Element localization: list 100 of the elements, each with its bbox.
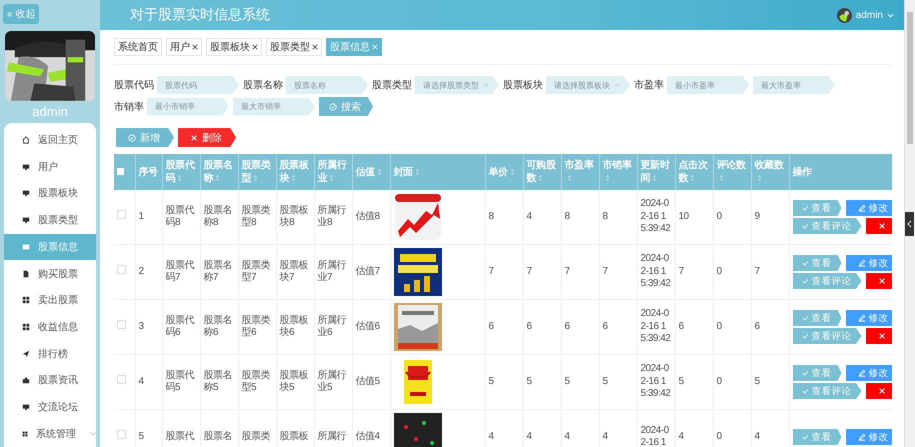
select-field[interactable]: 请选择股票类型	[415, 76, 499, 94]
sort-icon[interactable]	[291, 174, 296, 182]
column-header[interactable]: 封面	[390, 154, 485, 190]
column-header[interactable]: 可购股数	[523, 154, 561, 190]
menu-item[interactable]: 系统管理	[4, 420, 96, 447]
sort-icon[interactable]	[177, 174, 182, 182]
edit-button[interactable]: 修改	[846, 200, 892, 216]
sort-icon[interactable]	[604, 174, 610, 182]
close-icon[interactable]	[312, 44, 318, 50]
table-cell: 估值4	[356, 430, 380, 442]
view-button[interactable]: 查看	[792, 200, 842, 216]
tab[interactable]: 用户	[166, 38, 202, 56]
menu-item[interactable]: 卖出股票	[4, 286, 96, 314]
sort-icon[interactable]	[253, 174, 258, 182]
menu-item[interactable]: 股票信息	[4, 234, 96, 260]
column-header[interactable]: 市盈率	[561, 154, 599, 190]
input-field[interactable]: 最小市销率	[147, 98, 229, 116]
menu-item[interactable]: 返回主页	[4, 126, 96, 154]
input-field[interactable]: 最大市盈率	[753, 76, 835, 94]
view-button[interactable]: 查看	[792, 365, 842, 381]
monitor-icon	[22, 216, 30, 224]
sort-icon[interactable]	[756, 174, 762, 182]
grid-icon	[22, 322, 30, 331]
column-header[interactable]: 所属行业	[314, 154, 352, 190]
sort-icon[interactable]	[414, 168, 420, 176]
input-field[interactable]: 最小市盈率	[667, 76, 749, 94]
edit-button[interactable]: 修改	[846, 365, 892, 381]
scrollbar[interactable]	[904, 0, 915, 447]
view-button[interactable]: 查看	[792, 255, 842, 271]
row-checkbox[interactable]	[117, 210, 126, 220]
column-header[interactable]: 评论数	[713, 154, 751, 190]
check-circle-icon	[329, 102, 337, 110]
sort-icon[interactable]	[510, 168, 515, 176]
column-header[interactable]: 收藏数	[751, 154, 789, 190]
column-header[interactable]: 单价	[485, 154, 523, 190]
column-header[interactable]: 点击次数	[675, 154, 713, 190]
sort-icon[interactable]	[215, 174, 220, 182]
column-header[interactable]: 股票类型	[238, 154, 276, 190]
menu-item[interactable]: 用户	[4, 153, 96, 180]
table-cell: 8	[564, 210, 570, 222]
menu-item[interactable]: 排行榜	[4, 340, 96, 367]
row-checkbox[interactable]	[117, 375, 126, 384]
table-cell: 股票板	[280, 430, 308, 442]
sort-icon[interactable]	[376, 168, 382, 176]
row-checkbox[interactable]	[117, 430, 126, 440]
tab[interactable]: 股票板块	[206, 38, 262, 56]
row-checkbox[interactable]	[117, 320, 126, 330]
sort-icon[interactable]	[329, 174, 334, 182]
menu-item[interactable]: 股票类型	[4, 206, 96, 234]
collapse-button[interactable]: « 收起	[3, 4, 40, 24]
table-cell: 5	[564, 376, 570, 387]
sort-icon[interactable]	[566, 174, 572, 182]
select-all-checkbox[interactable]	[117, 168, 124, 174]
tab[interactable]: 股票类型	[266, 38, 322, 56]
input-field[interactable]: 最大市销率	[233, 98, 315, 116]
view-button[interactable]: 查看	[792, 429, 842, 445]
menu-item[interactable]: 股票板块	[4, 180, 96, 207]
select-field[interactable]: 请选择股票板块	[546, 76, 630, 94]
row-checkbox[interactable]	[117, 265, 126, 274]
avatar-icon[interactable]	[836, 8, 852, 22]
user-menu[interactable]: admin	[856, 10, 883, 20]
edit-button[interactable]: 修改	[846, 310, 892, 326]
sort-icon[interactable]	[690, 174, 696, 182]
view-button[interactable]: 查看评论	[792, 218, 862, 234]
input-field[interactable]: 股票代码	[157, 76, 239, 94]
view-button[interactable]: 查看评论	[792, 273, 862, 289]
search-button[interactable]: 搜索	[319, 97, 373, 116]
view-button[interactable]: 查看	[792, 310, 842, 326]
table-cell: 10	[678, 210, 689, 222]
close-icon[interactable]	[192, 44, 198, 50]
edit-button[interactable]: 修改	[846, 429, 892, 445]
column-header[interactable]: 更新时间	[637, 154, 675, 190]
column-header[interactable]: 股票代码	[162, 154, 200, 190]
check-icon	[800, 259, 808, 267]
table-cell: 6	[754, 320, 760, 332]
sort-icon[interactable]	[652, 174, 658, 182]
column-header[interactable]: 估值	[352, 154, 390, 190]
column-header[interactable]: 股票板块	[276, 154, 314, 190]
input-field[interactable]: 股票名称	[286, 76, 368, 94]
monitor-icon	[22, 189, 30, 198]
delete-button[interactable]: 删除	[178, 128, 236, 147]
sort-icon[interactable]	[718, 174, 724, 182]
tab[interactable]: 系统首页	[114, 38, 162, 56]
field-label: 股票代码	[114, 79, 154, 92]
menu-item[interactable]: 收益信息	[4, 314, 96, 340]
tab[interactable]: 股票信息	[326, 38, 382, 56]
view-button[interactable]: 查看评论	[792, 328, 862, 344]
view-button[interactable]: 查看评论	[792, 383, 862, 399]
close-icon[interactable]	[252, 44, 258, 50]
column-header[interactable]: 市销率	[599, 154, 637, 190]
table-cell: 5	[138, 430, 144, 442]
menu-item[interactable]: 交流论坛	[4, 394, 96, 420]
column-header[interactable]: 股票名称	[200, 154, 238, 190]
add-button[interactable]: 新增	[116, 128, 174, 147]
menu-item[interactable]: 购买股票	[4, 260, 96, 287]
edit-button[interactable]: 修改	[846, 255, 892, 271]
chevron-down-icon	[90, 431, 96, 436]
side-panel-handle[interactable]	[905, 212, 914, 236]
sort-icon[interactable]	[538, 174, 544, 182]
menu-item[interactable]: 股票资讯	[4, 366, 96, 394]
